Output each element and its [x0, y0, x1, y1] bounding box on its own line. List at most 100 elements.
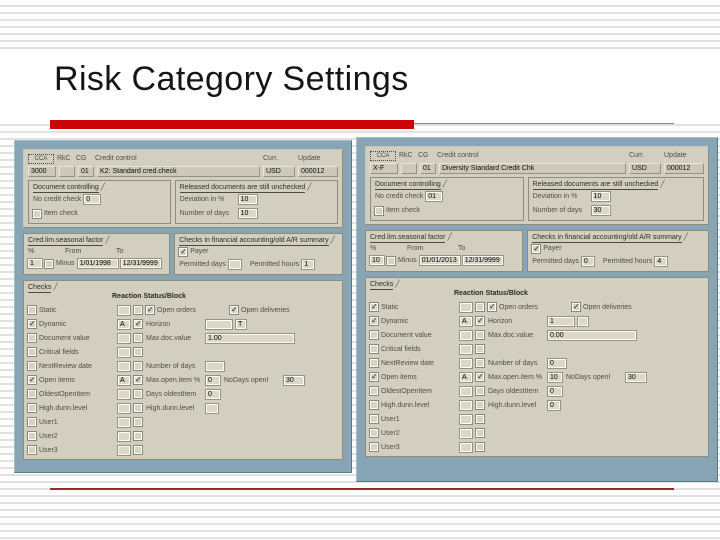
- horizon-unit-input[interactable]: [578, 316, 588, 326]
- reaction-input[interactable]: [460, 344, 472, 354]
- update-cell[interactable]: 000012: [664, 163, 704, 174]
- check-enable-checkbox[interactable]: [28, 404, 36, 412]
- status-block-checkbox[interactable]: ✓: [134, 320, 142, 328]
- status-block-checkbox[interactable]: [476, 303, 484, 311]
- reaction-input[interactable]: [118, 389, 130, 399]
- status-block-checkbox[interactable]: [476, 429, 484, 437]
- status-block-checkbox[interactable]: [134, 390, 142, 398]
- days-oldestitem-input[interactable]: 0: [548, 386, 562, 396]
- seasonal-pct-input[interactable]: 1: [28, 259, 42, 268]
- check-enable-checkbox[interactable]: [370, 401, 378, 409]
- credit-control-desc-cell[interactable]: K2: Standard cred.check: [97, 166, 260, 177]
- check-enable-checkbox[interactable]: [370, 359, 378, 367]
- payer-checkbox[interactable]: ✓: [179, 247, 188, 256]
- reaction-input[interactable]: [460, 386, 472, 396]
- status-block-checkbox[interactable]: [476, 387, 484, 395]
- status-block-checkbox[interactable]: [134, 418, 142, 426]
- reaction-input[interactable]: [118, 347, 130, 357]
- number-of-days-input[interactable]: [206, 361, 224, 371]
- max-doc-value-input[interactable]: 0.00: [548, 330, 636, 340]
- reaction-input[interactable]: [118, 445, 130, 455]
- cca-selection-icon[interactable]: CCA: [370, 150, 396, 161]
- risk-category-cell[interactable]: [401, 163, 417, 174]
- status-block-checkbox[interactable]: ✓: [134, 376, 142, 384]
- reaction-input[interactable]: [118, 431, 130, 441]
- check-enable-checkbox[interactable]: [370, 331, 378, 339]
- seasonal-to-input[interactable]: 12/31/9999: [120, 259, 161, 268]
- check-enable-checkbox[interactable]: [370, 387, 378, 395]
- check-enable-checkbox[interactable]: ✓: [370, 317, 378, 325]
- ccar-cell[interactable]: X-F: [370, 163, 398, 174]
- reaction-input[interactable]: [460, 358, 472, 368]
- status-block-checkbox[interactable]: [134, 306, 142, 314]
- status-block-checkbox[interactable]: [134, 334, 142, 342]
- status-block-checkbox[interactable]: [476, 359, 484, 367]
- reaction-input[interactable]: [118, 305, 130, 315]
- seasonal-from-input[interactable]: 1/01/1998: [77, 259, 118, 268]
- reaction-input[interactable]: [118, 417, 130, 427]
- horizon-input[interactable]: 1: [548, 316, 574, 326]
- status-block-checkbox[interactable]: [134, 446, 142, 454]
- reaction-input[interactable]: A: [460, 316, 472, 326]
- status-block-checkbox[interactable]: [476, 401, 484, 409]
- check-enable-checkbox[interactable]: [370, 415, 378, 423]
- check-enable-checkbox[interactable]: ✓: [370, 303, 378, 311]
- nodays-openi-input[interactable]: 30: [284, 375, 304, 385]
- check-enable-checkbox[interactable]: [370, 443, 378, 451]
- check-enable-checkbox[interactable]: [28, 362, 36, 370]
- status-block-checkbox[interactable]: [476, 415, 484, 423]
- check-enable-checkbox[interactable]: [28, 432, 36, 440]
- no-credit-check-input[interactable]: 0: [84, 195, 101, 204]
- status-block-checkbox[interactable]: [476, 331, 484, 339]
- horizon-input[interactable]: [206, 319, 232, 329]
- status-block-checkbox[interactable]: [134, 362, 142, 370]
- reaction-input[interactable]: [460, 428, 472, 438]
- check-enable-checkbox[interactable]: [370, 345, 378, 353]
- number-of-days-input[interactable]: 0: [548, 358, 566, 368]
- released-days-input[interactable]: 10: [238, 209, 257, 218]
- reaction-input[interactable]: [460, 330, 472, 340]
- nodays-openi-input[interactable]: 30: [626, 372, 646, 382]
- max-doc-value-input[interactable]: 1.00: [206, 333, 294, 343]
- payer-checkbox[interactable]: ✓: [532, 244, 541, 253]
- status-block-checkbox[interactable]: ✓: [476, 373, 484, 381]
- check-enable-checkbox[interactable]: [28, 446, 36, 454]
- status-block-checkbox[interactable]: ✓: [476, 317, 484, 325]
- days-oldestitem-input[interactable]: 0: [206, 389, 220, 399]
- horizon-unit-input[interactable]: T: [236, 319, 246, 329]
- reaction-input[interactable]: [460, 414, 472, 424]
- seasonal-to-input[interactable]: 12/31/9999: [462, 256, 503, 265]
- minus-checkbox[interactable]: [387, 256, 395, 265]
- reaction-input[interactable]: A: [118, 319, 130, 329]
- reaction-input[interactable]: [460, 400, 472, 410]
- open-orders-checkbox[interactable]: ✓: [146, 306, 154, 314]
- check-enable-checkbox[interactable]: ✓: [28, 320, 36, 328]
- status-block-checkbox[interactable]: [134, 404, 142, 412]
- high-dunn-level-input[interactable]: 0: [548, 400, 560, 410]
- currency-cell[interactable]: USD: [629, 163, 661, 174]
- reaction-input[interactable]: [460, 442, 472, 452]
- deviation-input[interactable]: 10: [591, 192, 610, 201]
- reaction-input[interactable]: A: [118, 375, 130, 385]
- check-enable-checkbox[interactable]: ✓: [370, 373, 378, 381]
- open-deliveries-checkbox[interactable]: ✓: [572, 303, 580, 311]
- credit-control-desc-cell[interactable]: Diversity Standard Credit Chk: [439, 163, 626, 174]
- seasonal-pct-input[interactable]: 10: [370, 256, 384, 265]
- currency-cell[interactable]: USD: [263, 166, 295, 177]
- permitted-days-input[interactable]: 0: [581, 257, 594, 266]
- check-enable-checkbox[interactable]: [28, 334, 36, 342]
- permitted-hours-input[interactable]: 4: [655, 257, 668, 266]
- max-open-item--input[interactable]: 10: [548, 372, 562, 382]
- reaction-input[interactable]: A: [460, 372, 472, 382]
- status-block-checkbox[interactable]: [134, 432, 142, 440]
- item-check-checkbox[interactable]: [375, 206, 383, 215]
- ccar-cell[interactable]: 3000: [28, 166, 56, 177]
- credit-group-cell[interactable]: 01: [78, 166, 94, 177]
- item-check-checkbox[interactable]: [33, 209, 41, 218]
- no-credit-check-input[interactable]: 01: [426, 192, 443, 201]
- open-deliveries-checkbox[interactable]: ✓: [230, 306, 238, 314]
- cca-selection-icon[interactable]: CCA: [28, 153, 54, 164]
- check-enable-checkbox[interactable]: ✓: [28, 376, 36, 384]
- check-enable-checkbox[interactable]: [28, 306, 36, 314]
- reaction-input[interactable]: [118, 333, 130, 343]
